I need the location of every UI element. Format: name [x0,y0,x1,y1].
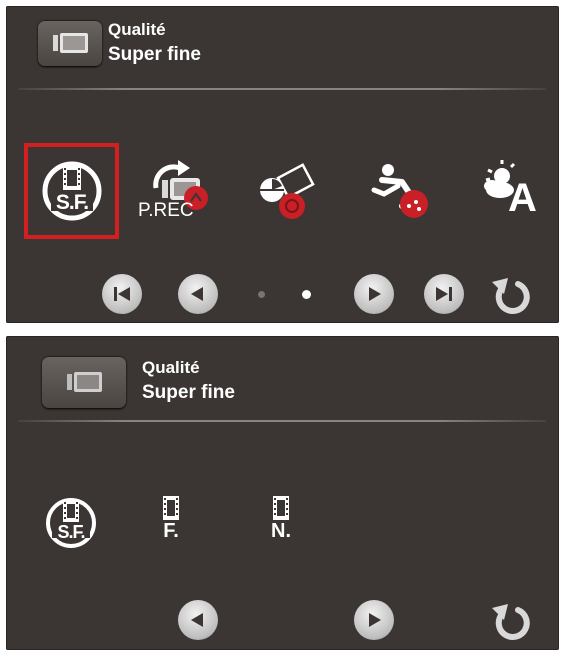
previous-icon [191,613,203,627]
setting-label: Qualité [142,358,200,377]
back-return-icon [492,604,530,640]
film-quality-icon[interactable] [42,356,126,408]
option-text: S.F. [55,191,89,214]
next-button[interactable] [354,274,394,314]
option-super-fine[interactable]: S.F. [26,478,116,568]
first-page-button[interactable] [102,274,142,314]
film-quality-icon [38,20,102,66]
header-text: Qualité Super fine [108,20,201,66]
option-text: P.REC [138,200,194,221]
next-button[interactable] [354,600,394,640]
sport-mode-icon [371,164,428,218]
option-auto-scene[interactable]: A [466,146,556,236]
last-page-button[interactable] [424,274,464,314]
first-page-icon [114,287,130,301]
return-button[interactable] [488,598,532,642]
option-text: F. [163,520,179,542]
option-text: N. [271,520,291,542]
last-page-icon [436,287,452,301]
pre-rec-icon [153,160,208,210]
self-timer-icon [260,163,315,219]
option-sport[interactable] [358,146,448,236]
quality-menu-bottom-screen: Qualité Super fine S.F. F. N. [6,336,559,650]
previous-button[interactable] [178,274,218,314]
next-icon [369,613,381,627]
return-button[interactable] [488,272,532,316]
option-self-timer[interactable] [244,146,334,236]
option-normal[interactable]: N. [236,478,326,568]
next-icon [369,287,381,301]
back-return-icon [492,278,530,314]
quality-menu-top-screen: Qualité Super fine S.F. P.REC A [6,6,559,323]
option-text: S.F. [57,522,85,542]
divider [18,420,546,422]
option-pre-rec[interactable]: P.REC [130,146,220,236]
option-text: A [508,176,537,220]
setting-label: Qualité [108,20,166,39]
previous-icon [191,287,203,301]
setting-value: Super fine [108,44,201,65]
header-text: Qualité Super fine [142,358,235,404]
option-fine[interactable]: F. [126,478,216,568]
setting-value: Super fine [142,382,235,403]
previous-button[interactable] [178,600,218,640]
page-dot-2-active [302,290,311,299]
page-dot-1 [258,291,265,298]
option-super-fine[interactable]: S.F. [27,146,117,236]
divider [18,88,546,90]
